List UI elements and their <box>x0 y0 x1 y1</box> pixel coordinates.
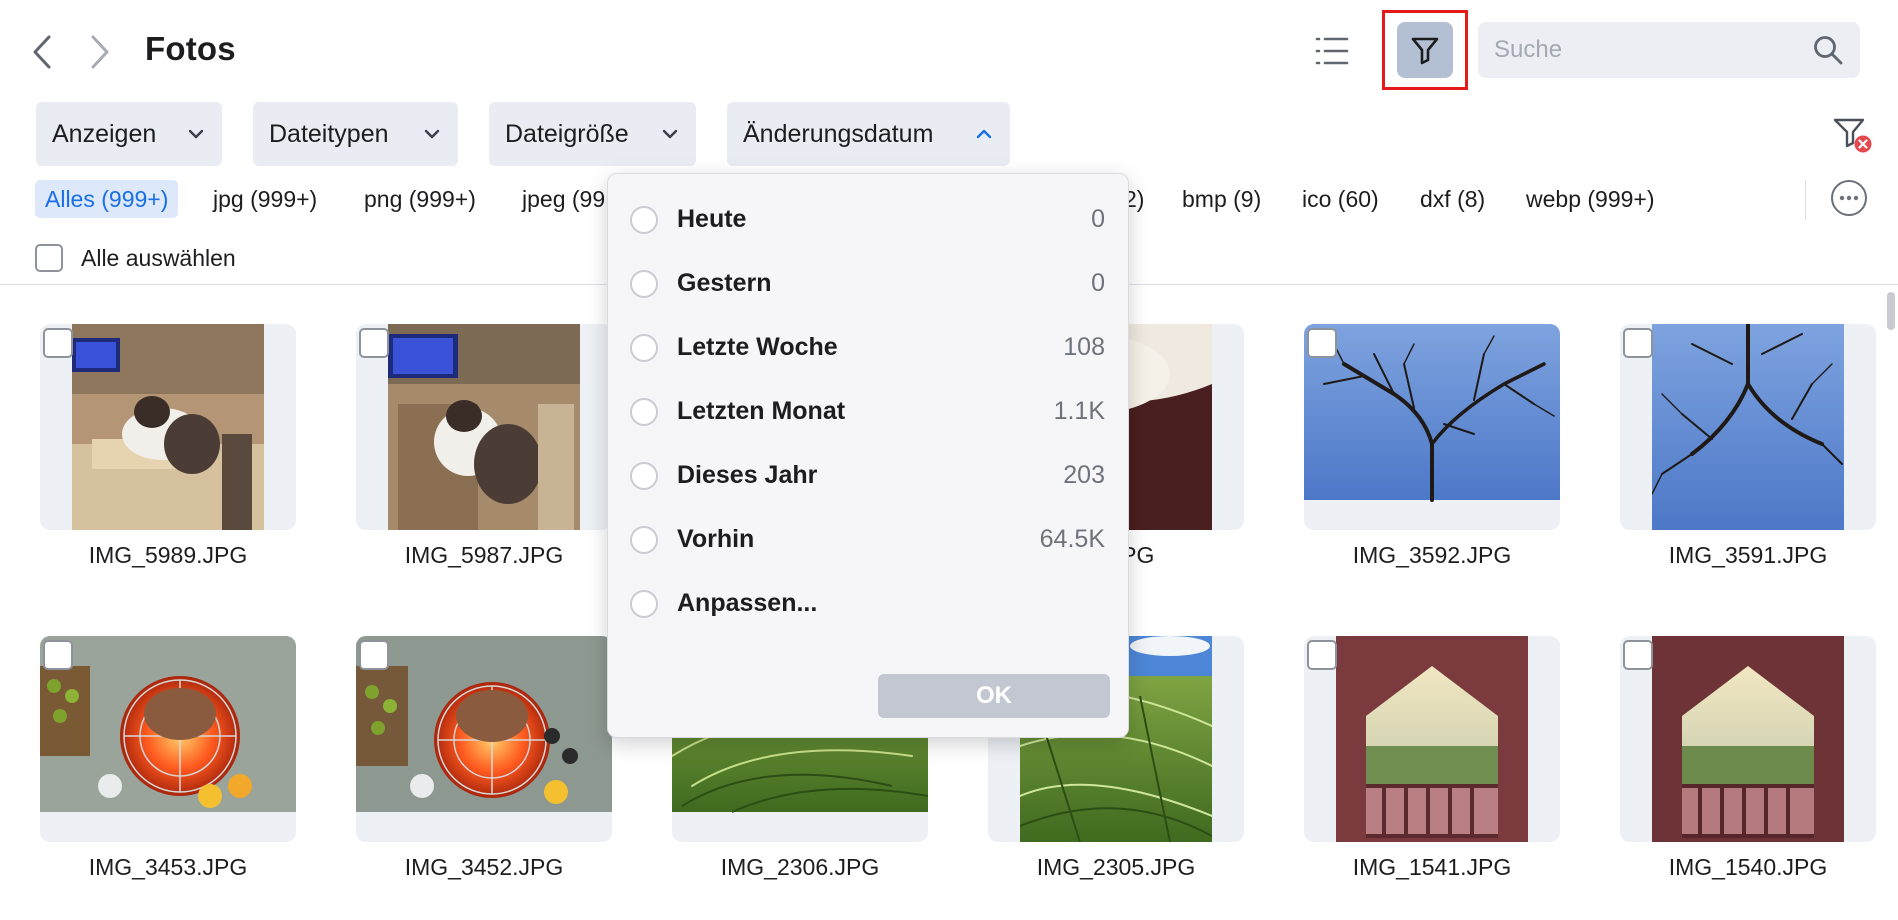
item-checkbox[interactable] <box>43 328 73 358</box>
item-checkbox[interactable] <box>1623 640 1653 670</box>
date-option-yesterday[interactable]: Gestern 0 <box>608 259 1130 309</box>
file-name: IMG_2306.JPG <box>720 854 880 880</box>
chevron-down-icon <box>188 129 204 139</box>
file-name: IMG_2305.JPG <box>1036 854 1196 880</box>
photo-thumbnail <box>1652 324 1844 530</box>
ok-button[interactable]: OK <box>878 674 1110 718</box>
type-chip-ico[interactable]: ico (60) <box>1302 180 1379 218</box>
radio-button[interactable] <box>630 462 658 490</box>
file-name: IMG_3452.JPG <box>404 854 564 880</box>
option-count: 0 <box>1091 205 1105 233</box>
divider <box>1805 180 1806 220</box>
type-chip-dxf[interactable]: dxf (8) <box>1420 180 1485 218</box>
modified-date-dropdown-label: Änderungsdatum <box>743 119 934 148</box>
file-name: IMG_5987.JPG <box>404 542 564 568</box>
radio-button[interactable] <box>630 398 658 426</box>
option-count: 203 <box>1063 461 1105 489</box>
file-name: IMG_3591.JPG <box>1668 542 1828 568</box>
option-count: 108 <box>1063 333 1105 361</box>
filter-bar: Anzeigen Dateitypen Dateigröße Änderungs… <box>0 102 1898 166</box>
file-types-dropdown[interactable]: Dateitypen <box>253 102 458 166</box>
date-option-this-year[interactable]: Dieses Jahr 203 <box>608 451 1130 501</box>
show-dropdown-label: Anzeigen <box>52 119 157 148</box>
show-dropdown[interactable]: Anzeigen <box>36 102 222 166</box>
list-view-button[interactable] <box>1308 28 1356 74</box>
date-option-last-month[interactable]: Letzten Monat 1.1K <box>608 387 1130 437</box>
photo-thumbnail <box>1336 636 1528 842</box>
select-all-label: Alle auswählen <box>81 244 236 271</box>
file-size-dropdown-label: Dateigröße <box>505 119 629 148</box>
modified-date-dropdown[interactable]: Änderungsdatum <box>727 102 1010 166</box>
filter-highlight <box>1382 10 1468 90</box>
search-icon[interactable] <box>1812 34 1844 66</box>
item-checkbox[interactable] <box>1623 328 1653 358</box>
toolbar: Fotos <box>0 0 1898 100</box>
funnel-icon <box>1411 37 1439 65</box>
option-count: 0 <box>1091 269 1105 297</box>
chevron-left-icon <box>33 35 51 69</box>
page-title: Fotos <box>145 30 236 67</box>
photo-thumbnail <box>1304 324 1560 530</box>
chevron-down-icon <box>424 129 440 139</box>
modified-date-popup: Heute 0 Gestern 0 Letzte Woche 108 Letzt… <box>607 173 1129 738</box>
back-button[interactable] <box>22 30 62 74</box>
option-label: Anpassen... <box>677 589 818 617</box>
photo-thumbnail <box>356 636 612 842</box>
item-checkbox[interactable] <box>359 328 389 358</box>
clear-filter-icon[interactable] <box>1830 112 1874 156</box>
file-name: IMG_1540.JPG <box>1668 854 1828 880</box>
photo-thumbnail <box>72 324 264 530</box>
radio-button[interactable] <box>630 334 658 362</box>
file-name: IMG_5989.JPG <box>88 542 248 568</box>
option-label: Gestern <box>677 269 772 297</box>
more-options-icon[interactable] <box>1829 178 1869 218</box>
type-chip-all[interactable]: Alles (999+) <box>35 180 179 218</box>
forward-button[interactable] <box>80 30 120 74</box>
search-input[interactable] <box>1494 22 1794 78</box>
file-name: IMG_3592.JPG <box>1352 542 1512 568</box>
type-chip-bmp[interactable]: bmp (9) <box>1182 180 1261 218</box>
option-label: Letzten Monat <box>677 397 846 425</box>
radio-button[interactable] <box>630 526 658 554</box>
file-types-dropdown-label: Dateitypen <box>269 119 389 148</box>
date-option-custom[interactable]: Anpassen... <box>608 579 1130 629</box>
type-chip-webp[interactable]: webp (999+) <box>1526 180 1655 218</box>
option-label: Vorhin <box>677 525 755 553</box>
select-all-checkbox[interactable] <box>35 244 63 272</box>
option-label: Dieses Jahr <box>677 461 818 489</box>
radio-button[interactable] <box>630 590 658 618</box>
type-chip-png[interactable]: png (999+) <box>364 180 476 218</box>
date-option-earlier[interactable]: Vorhin 64.5K <box>608 515 1130 565</box>
select-all[interactable]: Alle auswählen <box>35 244 236 272</box>
item-checkbox[interactable] <box>1307 328 1337 358</box>
file-size-dropdown[interactable]: Dateigröße <box>489 102 696 166</box>
option-count: 64.5K <box>1039 525 1105 553</box>
scrollbar[interactable] <box>1887 292 1895 330</box>
option-label: Letzte Woche <box>677 333 838 361</box>
filter-button[interactable] <box>1397 22 1453 78</box>
item-checkbox[interactable] <box>1307 640 1337 670</box>
radio-button[interactable] <box>630 270 658 298</box>
file-name: IMG_1541.JPG <box>1352 854 1512 880</box>
photo-thumbnail <box>1652 636 1844 842</box>
radio-button[interactable] <box>630 206 658 234</box>
chevron-down-icon <box>662 129 678 139</box>
date-option-today[interactable]: Heute 0 <box>608 195 1130 245</box>
photo-thumbnail <box>388 324 580 530</box>
item-checkbox[interactable] <box>43 640 73 670</box>
list-icon <box>1315 37 1349 65</box>
type-chip-jpg[interactable]: jpg (999+) <box>213 180 317 218</box>
chevron-up-icon <box>976 129 992 139</box>
photo-thumbnail <box>40 636 296 842</box>
chevron-right-icon <box>91 35 109 69</box>
option-label: Heute <box>677 205 747 233</box>
item-checkbox[interactable] <box>359 640 389 670</box>
option-count: 1.1K <box>1053 397 1105 425</box>
file-name: IMG_3453.JPG <box>88 854 248 880</box>
search-box <box>1478 22 1860 78</box>
date-option-last-week[interactable]: Letzte Woche 108 <box>608 323 1130 373</box>
type-chip-jpeg[interactable]: jpeg (99 <box>522 180 605 218</box>
